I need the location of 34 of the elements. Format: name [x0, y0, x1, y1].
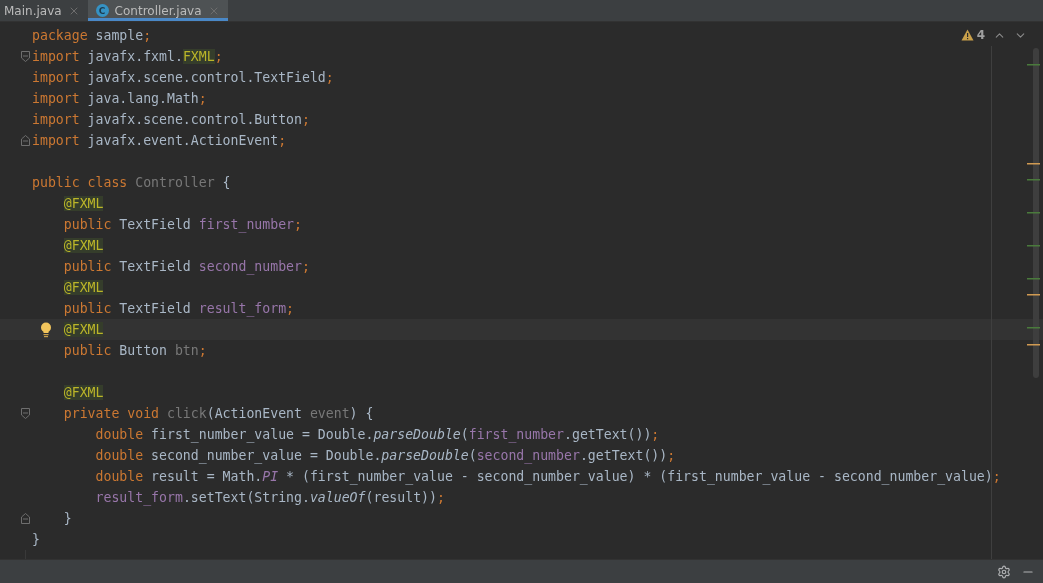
lightbulb-icon[interactable]: [40, 322, 52, 338]
class-icon: C: [95, 4, 109, 17]
code-text: package sample;: [32, 28, 152, 43]
code-text: }: [62, 511, 72, 526]
code-text: import javafx.scene.control.TextField;: [32, 70, 334, 85]
fold-marker-icon[interactable]: [21, 513, 30, 524]
fold-marker-icon[interactable]: [21, 135, 30, 146]
code-text: import javafx.event.ActionEvent;: [32, 133, 287, 148]
code-text: double second_number_value = Double.parseDouble(second_number.getText());: [94, 448, 676, 463]
code-text: public TextField result_form;: [62, 301, 295, 316]
code-text: import java.lang.Math;: [32, 91, 207, 106]
code-text: import javafx.scene.control.Button;: [32, 112, 310, 127]
code-text: double first_number_value = Double.parseDouble(first_number.getText());: [94, 427, 660, 442]
code-text: @FXML: [62, 280, 104, 295]
warning-icon[interactable]: [960, 29, 974, 41]
warning-count[interactable]: 4: [976, 28, 985, 42]
code-text: @FXML: [62, 238, 104, 253]
code-text: public TextField second_number;: [62, 259, 310, 274]
code-text: @FXML: [62, 385, 104, 400]
code-text: @FXML: [62, 196, 104, 211]
code-text: private void click(ActionEvent event) {: [62, 406, 374, 421]
editor-tab[interactable]: C Controller.java: [87, 0, 228, 21]
code-text: double result = Math.PI * (first_number_value - second_number_value) * (first_number_value - second_number_value);: [94, 469, 1001, 484]
code-text: import javafx.fxml.FXML;: [32, 49, 223, 64]
code-text: @FXML: [62, 322, 104, 337]
editor-tab[interactable]: Main.java: [0, 0, 88, 21]
code-text: public class Controller {: [32, 175, 231, 190]
code-text: }: [32, 532, 40, 547]
code-text: public Button btn;: [62, 343, 207, 358]
settings-icon[interactable]: [997, 564, 1011, 579]
fold-marker-icon[interactable]: [21, 408, 30, 419]
code-text: public TextField first_number;: [62, 217, 302, 232]
code-text: result_form.setText(String.valueOf(result));: [94, 490, 445, 505]
fold-marker-icon[interactable]: [21, 51, 30, 62]
